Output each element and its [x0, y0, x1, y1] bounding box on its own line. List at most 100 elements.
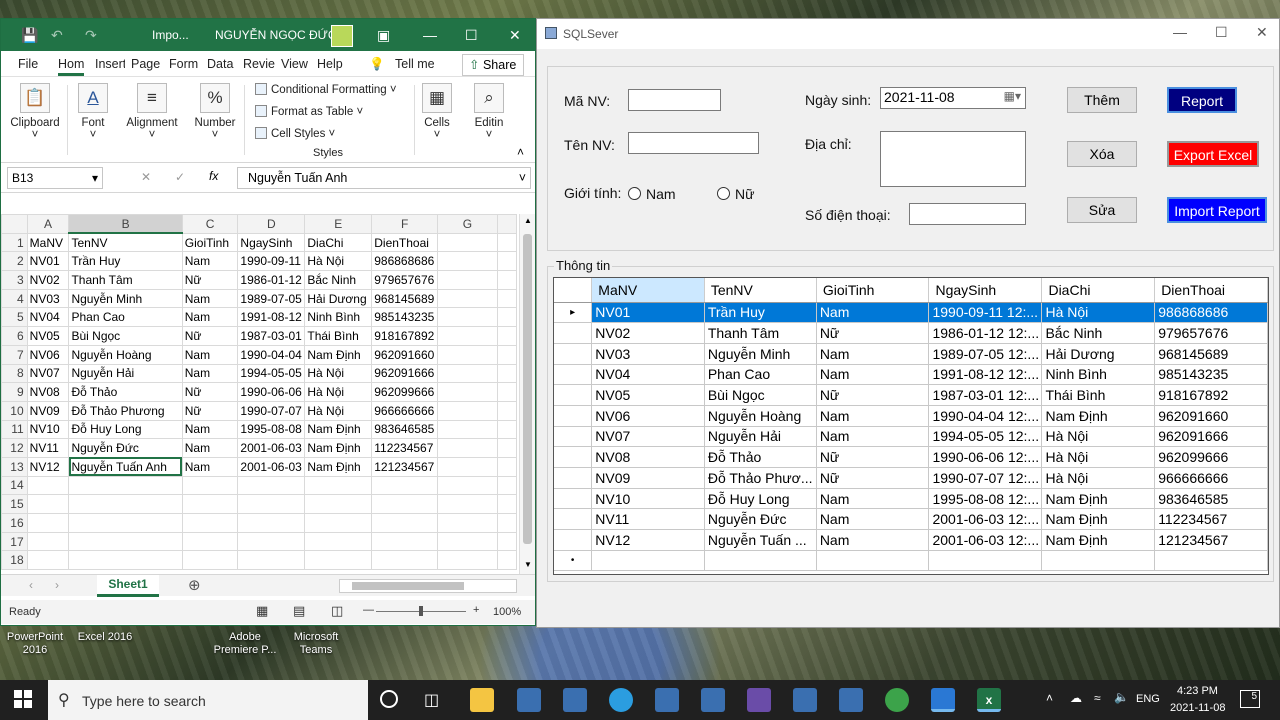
sheet-cell[interactable] — [496, 326, 517, 346]
sheet-cell[interactable] — [437, 438, 498, 458]
sheet-cell[interactable] — [181, 494, 239, 514]
sheet-cell[interactable]: Nam — [181, 251, 239, 272]
manv-input[interactable] — [628, 89, 721, 111]
sheet-cell[interactable] — [304, 531, 373, 552]
sheet-cell[interactable] — [496, 400, 517, 421]
normal-view-icon[interactable]: ▦ — [256, 603, 268, 619]
sheet-cell[interactable]: Nguyễn Hải — [68, 363, 183, 384]
sheet-cell[interactable] — [68, 494, 183, 514]
sheet-cell[interactable] — [496, 513, 517, 533]
sheet-cell[interactable]: NV05 — [26, 326, 70, 346]
grid-cell[interactable]: Nam — [816, 488, 930, 510]
sheet-cell[interactable]: 983646585 — [371, 419, 439, 440]
row-header[interactable]: 15 — [1, 494, 28, 514]
scroll-down-icon[interactable]: ▼ — [524, 560, 532, 569]
grid-cell[interactable]: 983646585 — [1154, 488, 1268, 510]
taskbar-app-icon[interactable] — [563, 688, 587, 712]
grid-cell[interactable]: 1994-05-05 12:... — [928, 426, 1043, 448]
redo-icon[interactable]: ↷ — [85, 27, 97, 44]
nam-label[interactable]: Nam — [646, 186, 676, 202]
sheet-cell[interactable] — [437, 494, 498, 514]
sheet-cell[interactable]: 966666666 — [371, 400, 439, 421]
sheet-cell[interactable]: Thái Bình — [304, 326, 373, 346]
grid-cell[interactable]: Nguyễn Hải — [704, 426, 817, 448]
grid-cell[interactable]: 962091660 — [1154, 405, 1268, 427]
grid-row-header[interactable] — [554, 405, 593, 427]
name-box[interactable]: B13 ▾ — [7, 167, 103, 189]
sheet-cell[interactable]: 962091660 — [371, 344, 439, 365]
sheet-cell[interactable] — [496, 550, 517, 571]
export-excel-button[interactable]: Export Excel — [1167, 141, 1259, 167]
sheet-cell[interactable] — [496, 531, 517, 552]
sheet-cell[interactable]: 1990-07-07 — [237, 400, 306, 421]
tab-form[interactable]: Form — [169, 57, 198, 71]
grid-cell[interactable]: Hà Nội — [1041, 467, 1156, 489]
grid-cell[interactable]: 2001-06-03 12:... — [928, 529, 1043, 551]
conditional-formatting-button[interactable]: Conditional Formatting ˅ — [255, 83, 397, 96]
sheet-cell[interactable] — [26, 531, 70, 552]
cell-styles-button[interactable]: Cell Styles ˅ — [255, 127, 335, 140]
desktop-icon-excel[interactable]: Excel 2016 — [70, 631, 140, 644]
grid-cell[interactable]: Nam — [816, 426, 930, 448]
grid-cell[interactable]: 1990-06-06 12:... — [928, 446, 1043, 468]
xoa-button[interactable]: Xóa — [1067, 141, 1137, 167]
zoom-level[interactable]: 100% — [493, 606, 521, 618]
grid-cell[interactable]: NV05 — [591, 384, 705, 406]
sheet-cell[interactable]: Nữ — [181, 400, 239, 421]
grid-column-header[interactable]: MaNV — [591, 278, 705, 303]
desktop-icon-teams[interactable]: Microsoft Teams — [281, 631, 351, 657]
sheet-cell[interactable]: Nguyễn Đức — [68, 438, 183, 458]
sheet-cell[interactable] — [496, 270, 517, 290]
grid-column-header[interactable]: DiaChi — [1041, 278, 1156, 303]
sqlsever-app-icon[interactable] — [931, 688, 955, 712]
tab-insert[interactable]: Insert — [95, 57, 125, 71]
grid-cell[interactable]: NV04 — [591, 364, 705, 386]
sheet-cell[interactable] — [437, 232, 498, 253]
grid-cell[interactable]: Trần Huy — [704, 302, 817, 324]
close-icon[interactable]: ✕ — [509, 27, 521, 44]
calendar-icon[interactable]: ▦▾ — [1004, 89, 1021, 103]
sheet-cell[interactable] — [304, 513, 373, 533]
grid-cell[interactable]: 918167892 — [1154, 384, 1268, 406]
sheet-cell[interactable] — [496, 456, 517, 477]
sheet-cell[interactable]: 2001-06-03 — [237, 456, 306, 477]
ribbon-display-icon[interactable]: ▣ — [377, 27, 390, 44]
language-indicator[interactable]: ENG — [1136, 693, 1160, 705]
tab-review[interactable]: Revie — [243, 57, 275, 71]
grid-cell[interactable]: 985143235 — [1154, 364, 1268, 386]
row-header[interactable]: 7 — [1, 344, 28, 365]
sheet-cell[interactable] — [496, 232, 517, 253]
sheet-cell[interactable] — [496, 475, 517, 496]
column-header[interactable]: E — [304, 214, 373, 234]
camtasia-icon[interactable] — [885, 688, 909, 712]
scrollbar-thumb[interactable] — [523, 234, 532, 544]
maximize-icon[interactable]: ☐ — [1215, 24, 1228, 41]
grid-cell[interactable]: Bùi Ngọc — [704, 384, 817, 406]
excel-taskbar-icon[interactable]: x — [977, 688, 1001, 712]
row-pointer-icon[interactable]: ▸ — [554, 302, 593, 324]
grid-row[interactable]: NV02 Thanh Tâm Nữ 1986-01-12 12:... Bắc Ninh… — [554, 322, 1268, 344]
zoom-in-icon[interactable]: + — [473, 604, 479, 616]
grid-cell[interactable]: Đỗ Thảo — [704, 446, 817, 468]
grid-row-header[interactable] — [554, 446, 593, 468]
grid-cell[interactable]: 2001-06-03 12:... — [928, 508, 1043, 531]
row-header[interactable]: 8 — [1, 363, 28, 384]
grid-cell[interactable]: NV06 — [591, 405, 705, 427]
sheet-cell[interactable] — [496, 382, 517, 402]
sheet-cell[interactable] — [437, 344, 498, 365]
grid-cell[interactable]: 1986-01-12 12:... — [928, 322, 1043, 344]
cortana-icon[interactable] — [380, 690, 398, 708]
sheet-cell[interactable]: Nam Định — [304, 438, 373, 458]
row-header[interactable]: 1 — [1, 232, 28, 253]
sheet-cell[interactable]: Nam — [181, 438, 239, 458]
page-layout-icon[interactable]: ▤ — [293, 603, 305, 619]
grid-cell[interactable]: Nguyễn Minh — [704, 343, 817, 365]
grid-cell[interactable]: NV08 — [591, 446, 705, 468]
sheet-cell[interactable]: Trần Huy — [68, 251, 183, 272]
sheet-cell[interactable] — [437, 251, 498, 272]
column-header[interactable]: G — [437, 214, 498, 234]
sheet-cell[interactable]: 1990-04-04 — [237, 344, 306, 365]
grid-cell[interactable]: NV02 — [591, 322, 705, 344]
sheet-cell[interactable] — [181, 550, 239, 571]
function-icon[interactable]: fx — [209, 169, 218, 183]
